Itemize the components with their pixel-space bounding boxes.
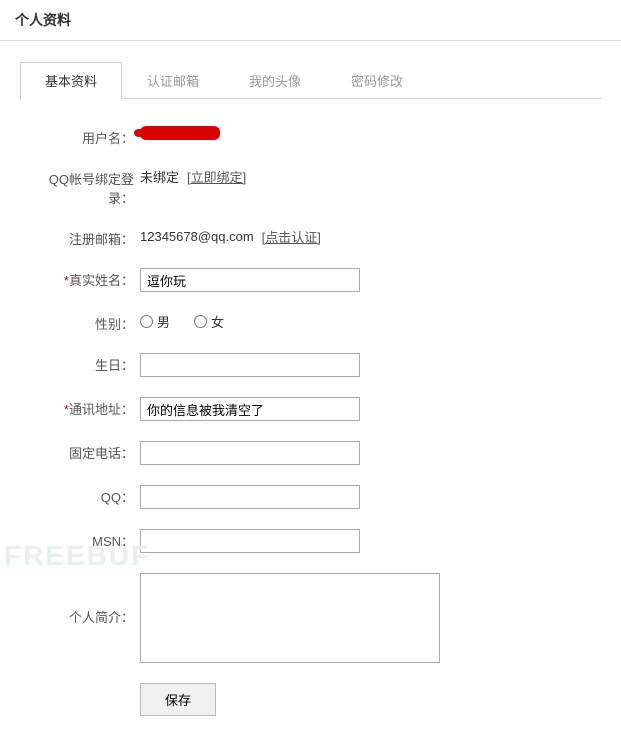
reg-email-verify-link[interactable]: [点击认证] bbox=[262, 227, 321, 246]
gender-male-label: 男 bbox=[157, 312, 170, 331]
page-title: 个人资料 bbox=[0, 0, 621, 41]
label-address: *通讯地址： bbox=[30, 395, 140, 418]
label-bio: 个人简介： bbox=[30, 571, 140, 626]
qq-bind-status: 未绑定 bbox=[140, 167, 179, 186]
label-reg-email: 注册邮箱： bbox=[30, 225, 140, 248]
bio-textarea[interactable] bbox=[140, 573, 440, 663]
tab-basic[interactable]: 基本资料 bbox=[20, 62, 122, 99]
form-area: 用户名： QQ帐号绑定登录： 未绑定 [立即绑定] 注册邮箱： 12345678… bbox=[20, 99, 601, 754]
address-input[interactable] bbox=[140, 397, 360, 421]
label-birthday: 生日： bbox=[30, 351, 140, 374]
label-qq: QQ： bbox=[30, 483, 140, 506]
phone-input[interactable] bbox=[140, 441, 360, 465]
label-msn: MSN： bbox=[30, 527, 140, 550]
label-real-name: *真实姓名： bbox=[30, 266, 140, 289]
tabs: 基本资料 认证邮箱 我的头像 密码修改 bbox=[20, 61, 601, 99]
qq-input[interactable] bbox=[140, 485, 360, 509]
birthday-input[interactable] bbox=[140, 353, 360, 377]
qq-bind-link[interactable]: [立即绑定] bbox=[187, 167, 246, 186]
real-name-input[interactable] bbox=[140, 268, 360, 292]
tab-email[interactable]: 认证邮箱 bbox=[122, 62, 224, 99]
msn-input[interactable] bbox=[140, 529, 360, 553]
label-username: 用户名： bbox=[30, 124, 140, 147]
label-phone: 固定电话： bbox=[30, 439, 140, 462]
tab-avatar[interactable]: 我的头像 bbox=[224, 62, 326, 99]
save-button[interactable]: 保存 bbox=[140, 683, 216, 716]
username-redacted bbox=[140, 126, 220, 140]
label-gender: 性别： bbox=[30, 310, 140, 333]
gender-female-radio[interactable] bbox=[194, 315, 207, 328]
tab-password[interactable]: 密码修改 bbox=[326, 62, 428, 99]
gender-male-radio[interactable] bbox=[140, 315, 153, 328]
label-qq-login: QQ帐号绑定登录： bbox=[30, 165, 140, 207]
reg-email-value: 12345678@qq.com bbox=[140, 229, 254, 244]
gender-female-label: 女 bbox=[211, 312, 224, 331]
